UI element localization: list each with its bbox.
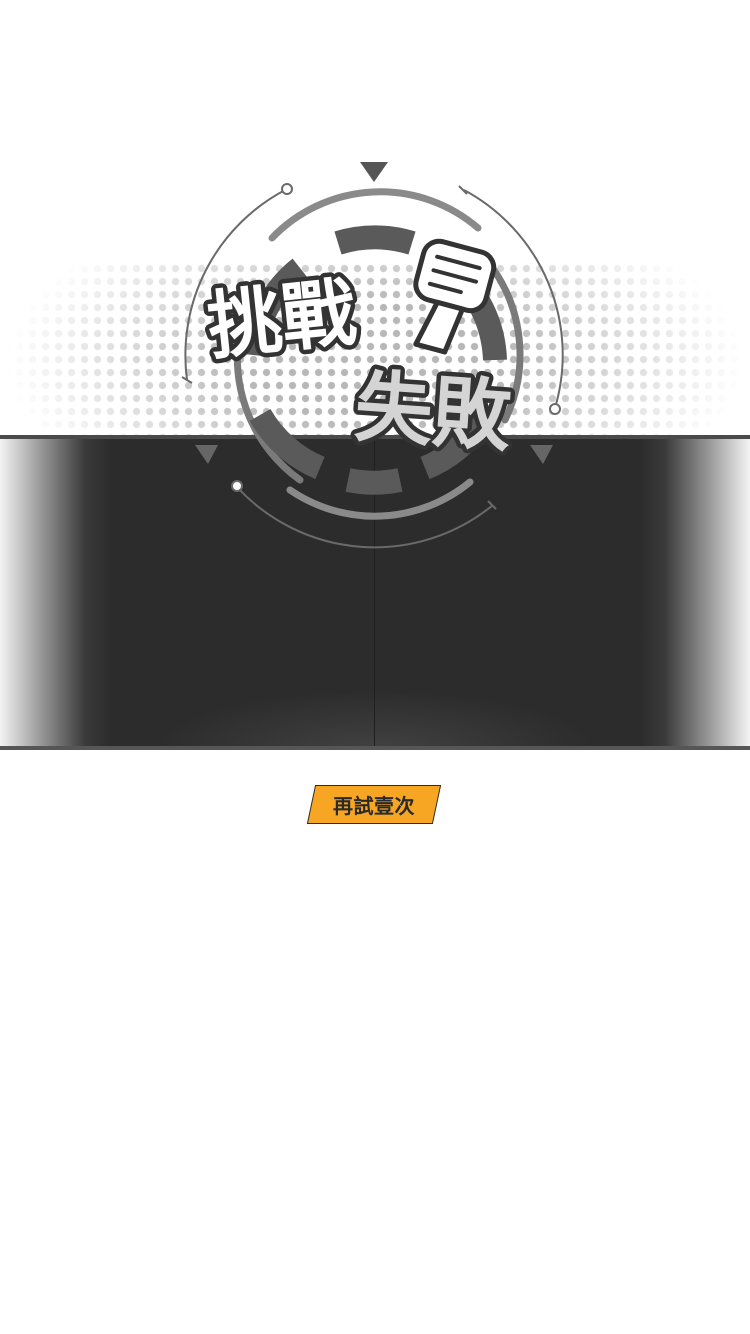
panel-glow [150, 690, 600, 750]
arc-node-right [549, 403, 561, 415]
arc-node-top-left [281, 183, 293, 195]
title-line-1: 挑戰 [204, 269, 360, 370]
title-line-2: 失敗 [352, 362, 515, 463]
emblem-graphic: 挑戰 失敗 [181, 162, 564, 549]
pointer-right-icon [530, 445, 553, 464]
panel-bottom-edge [0, 746, 750, 750]
retry-button-label: 再試壹次 [333, 794, 415, 818]
pointer-top-icon [360, 162, 388, 182]
challenge-failed-emblem: 挑戰 失敗 [150, 150, 600, 570]
retry-button[interactable]: 再試壹次 [306, 785, 442, 824]
pointer-left-icon [195, 445, 218, 464]
arc-node-bottom-left [231, 480, 243, 492]
